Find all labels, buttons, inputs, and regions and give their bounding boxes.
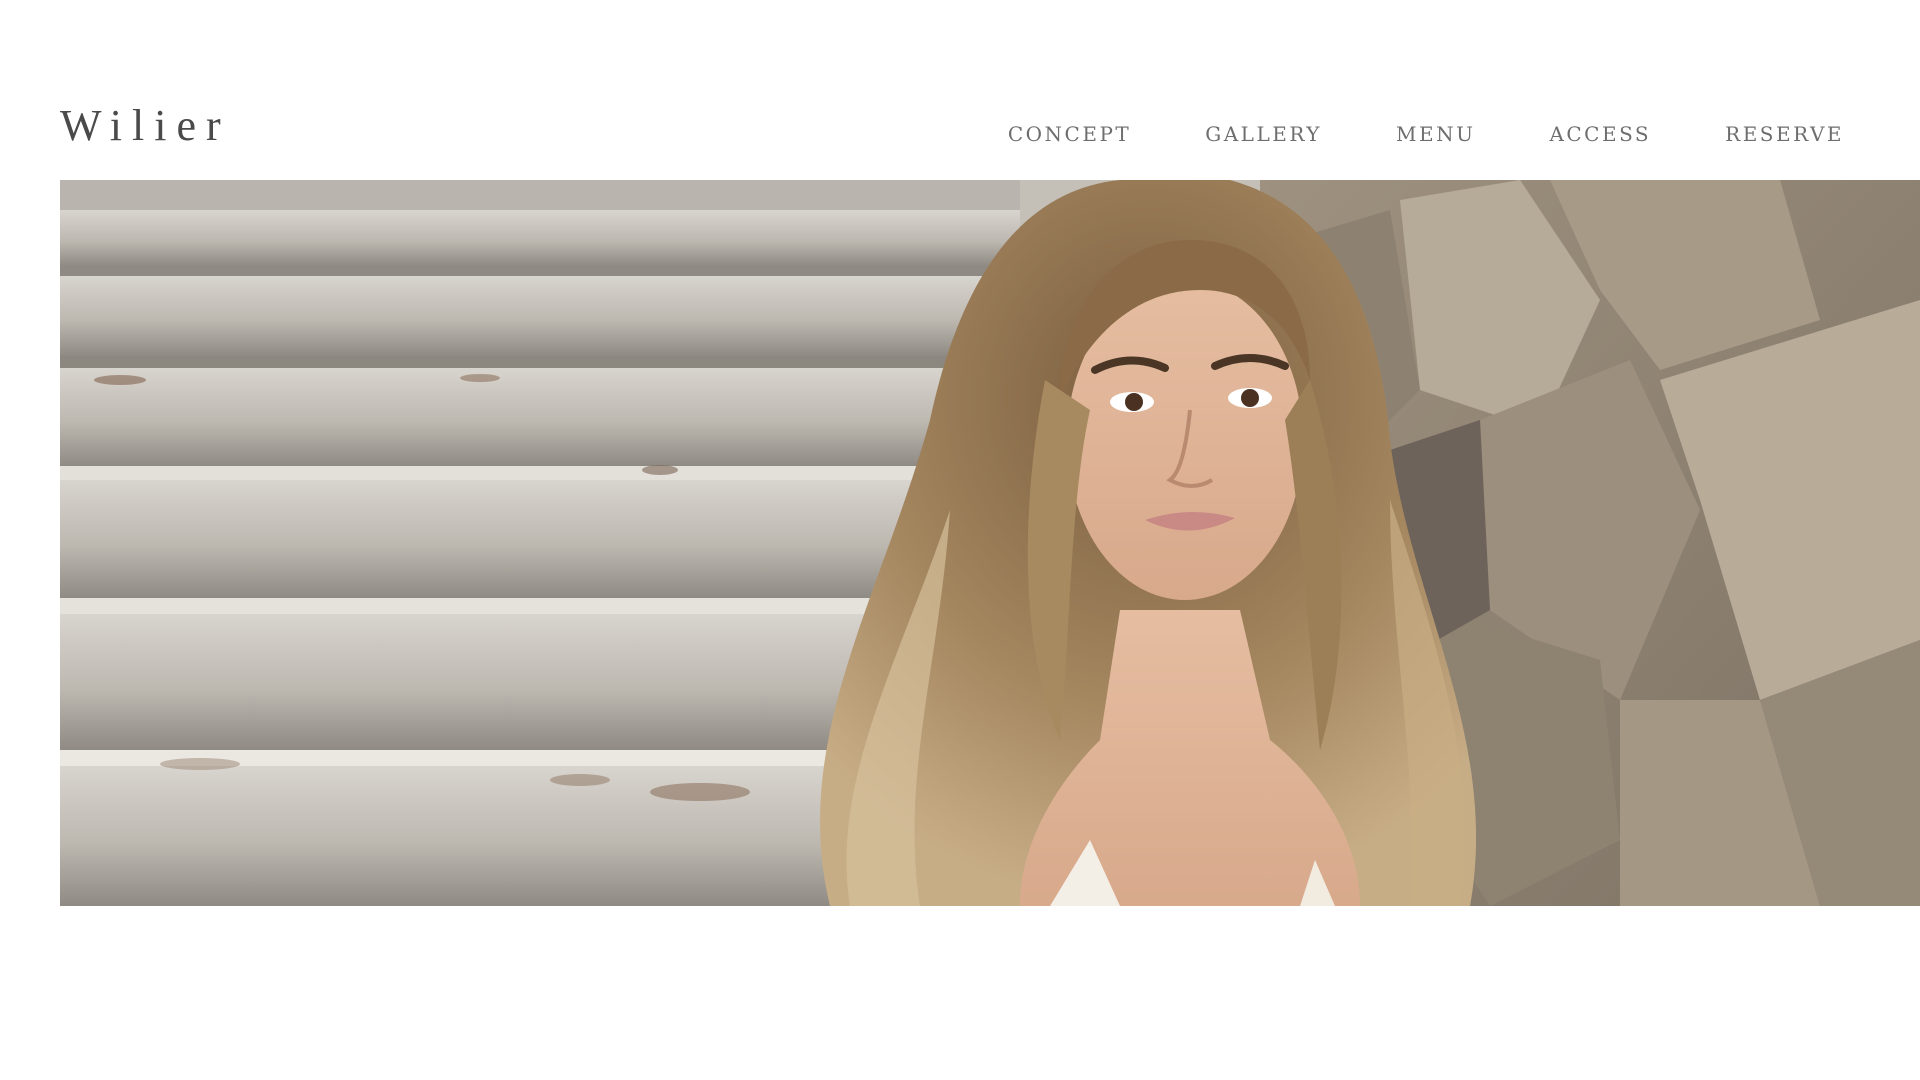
hero-photo — [60, 180, 1920, 906]
nav-link-access[interactable]: ACCESS — [1549, 124, 1651, 144]
nav-link-concept[interactable]: CONCEPT — [1008, 124, 1131, 144]
nav-link-gallery[interactable]: GALLERY — [1205, 124, 1322, 144]
nav-link-menu[interactable]: MENU — [1396, 124, 1475, 144]
hero-image — [60, 180, 1920, 906]
main-nav: CONCEPT GALLERY MENU ACCESS RESERVE — [1008, 124, 1844, 144]
nav-link-reserve[interactable]: RESERVE — [1725, 124, 1844, 144]
site-logo[interactable]: Wilier — [60, 104, 231, 148]
site-header: Wilier CONCEPT GALLERY MENU ACCESS RESER… — [0, 0, 1920, 180]
